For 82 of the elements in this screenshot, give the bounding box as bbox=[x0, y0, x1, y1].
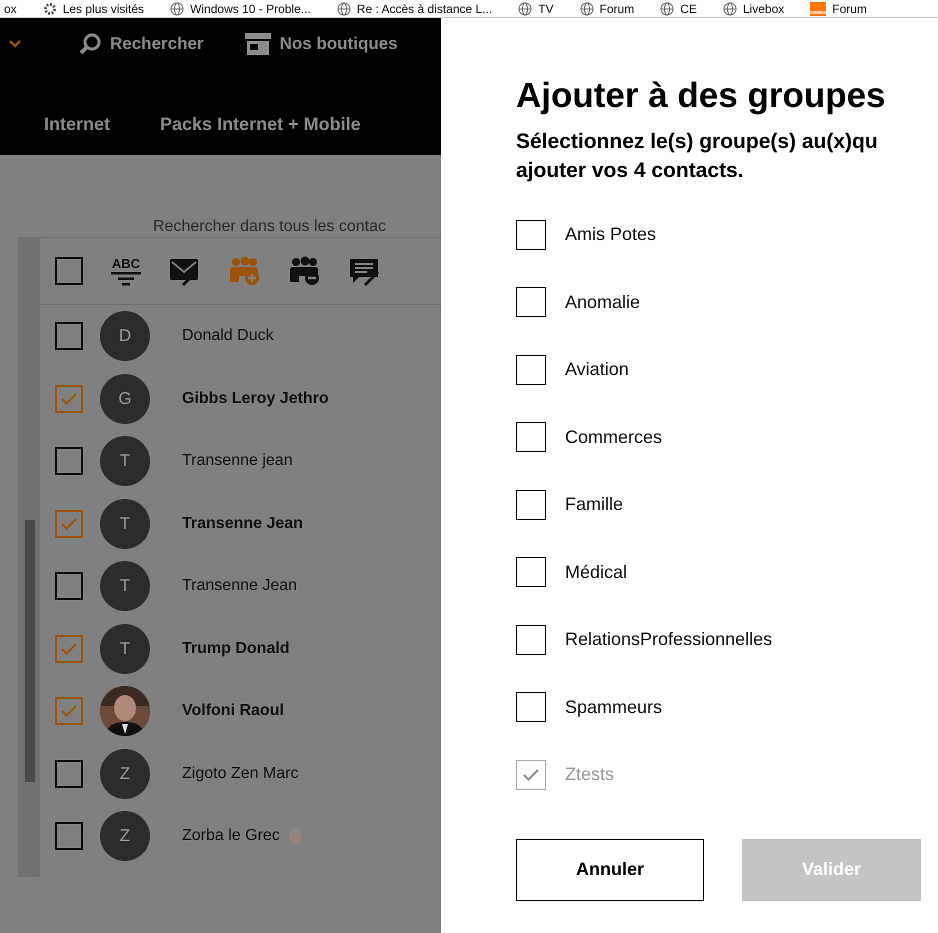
globe-icon bbox=[170, 2, 184, 16]
contact-name[interactable]: Zorba le Grec bbox=[182, 827, 280, 846]
contact-avatar: T bbox=[100, 436, 150, 486]
dialog-subtitle: ajouter vos 4 contacts. bbox=[516, 158, 745, 184]
bookmark-link[interactable]: Les plus visités bbox=[62, 2, 144, 16]
contact-name[interactable]: Transenne Jean bbox=[182, 514, 303, 533]
check-icon bbox=[61, 642, 77, 655]
bookmark-link[interactable]: Windows 10 - Proble... bbox=[190, 2, 311, 16]
group-checkbox[interactable] bbox=[516, 220, 546, 250]
bookmark-link[interactable]: Re : Accès à distance L... bbox=[356, 2, 492, 16]
contact-name[interactable]: Transenne Jean bbox=[182, 577, 298, 596]
group-label[interactable]: Famille bbox=[565, 494, 624, 516]
contact-checkbox[interactable] bbox=[55, 510, 83, 538]
menu-item[interactable]: Packs Internet + Mobile bbox=[160, 114, 361, 135]
dialog-subtitle: Sélectionnez le(s) groupe(s) au(x)qu bbox=[516, 129, 879, 155]
contact-name[interactable]: Trump Donald bbox=[182, 640, 290, 658]
contact-checkbox[interactable] bbox=[55, 822, 83, 850]
bookmark-link[interactable]: Livebox bbox=[742, 2, 784, 16]
sort-button[interactable]: ABC bbox=[111, 256, 141, 286]
check-icon bbox=[523, 768, 539, 781]
shops-link[interactable]: Nos boutiques bbox=[280, 34, 398, 54]
contact-avatar: D bbox=[100, 311, 150, 362]
bookmark-link[interactable]: TV bbox=[538, 2, 554, 16]
contact-checkbox[interactable] bbox=[55, 447, 83, 476]
bookmark-link[interactable]: Forum bbox=[832, 2, 867, 16]
message-edit-icon[interactable] bbox=[349, 256, 381, 286]
group-label[interactable]: Commerces bbox=[565, 426, 662, 448]
group-checkbox[interactable] bbox=[516, 287, 546, 318]
bookmark-link[interactable]: CE bbox=[680, 2, 697, 16]
gear-icon bbox=[42, 2, 57, 16]
menu-item[interactable]: Internet bbox=[44, 114, 110, 135]
group-label[interactable]: Amis Potes bbox=[565, 224, 656, 246]
contact-checkbox[interactable] bbox=[55, 322, 83, 350]
group-checkbox[interactable] bbox=[516, 422, 546, 452]
globe-icon bbox=[518, 2, 532, 16]
search-icon bbox=[78, 32, 102, 56]
check-icon bbox=[61, 705, 77, 718]
mail-edit-icon[interactable] bbox=[169, 256, 201, 286]
group-label[interactable]: Médical bbox=[565, 562, 628, 583]
contact-checkbox[interactable] bbox=[55, 634, 83, 663]
group-label[interactable]: Aviation bbox=[565, 359, 629, 380]
group-checkbox[interactable] bbox=[516, 490, 546, 520]
bookmark-link[interactable]: ox bbox=[4, 2, 17, 16]
group-checkbox[interactable] bbox=[516, 354, 546, 385]
contact-checkbox[interactable] bbox=[55, 384, 83, 413]
globe-icon bbox=[722, 2, 737, 16]
contact-avatar: G bbox=[100, 374, 150, 424]
contact-avatar: T bbox=[100, 498, 150, 549]
search-hint: Rechercher dans tous les contac bbox=[153, 218, 386, 235]
group-remove-icon[interactable] bbox=[289, 256, 321, 286]
scrollbar-track[interactable] bbox=[18, 237, 40, 877]
group-checkbox[interactable] bbox=[516, 692, 546, 722]
contact-avatar: Z bbox=[100, 811, 150, 862]
dialog-title: Ajouter à des groupes bbox=[516, 76, 887, 116]
check-icon bbox=[61, 392, 77, 405]
contact-checkbox[interactable] bbox=[55, 572, 83, 600]
group-checkbox[interactable] bbox=[516, 624, 546, 655]
contact-checkbox[interactable] bbox=[55, 697, 83, 726]
globe-icon bbox=[580, 2, 594, 16]
select-all-checkbox[interactable] bbox=[55, 257, 83, 285]
group-label[interactable]: Anomalie bbox=[565, 292, 640, 313]
shop-icon bbox=[244, 32, 272, 56]
check-icon bbox=[61, 518, 77, 530]
contact-name[interactable]: Gibbs Leroy Jethro bbox=[182, 390, 329, 408]
contact-name[interactable]: Donald Duck bbox=[182, 327, 274, 346]
bookmark-link[interactable]: Forum bbox=[600, 2, 634, 16]
cancel-button[interactable]: Annuler bbox=[516, 838, 704, 900]
contact-name[interactable]: Zigoto Zen Marc bbox=[182, 764, 298, 783]
contact-checkbox[interactable] bbox=[55, 760, 83, 788]
group-label[interactable]: RelationsProfessionnelles bbox=[565, 629, 772, 650]
search-link[interactable]: Rechercher bbox=[110, 34, 204, 54]
group-label[interactable]: Spammeurs bbox=[565, 696, 662, 718]
globe-icon bbox=[336, 2, 351, 16]
chevron-icon[interactable] bbox=[8, 39, 22, 49]
contact-name[interactable]: Transenne jean bbox=[182, 452, 293, 470]
contact-avatar: T bbox=[100, 624, 150, 674]
scrollbar-thumb[interactable] bbox=[25, 520, 35, 782]
globe-icon bbox=[660, 2, 674, 16]
contact-avatar: T bbox=[100, 561, 150, 612]
group-checkbox[interactable] bbox=[516, 557, 546, 588]
contact-avatar: Z bbox=[100, 748, 150, 799]
contact-name[interactable]: Volfoni Raoul bbox=[182, 702, 284, 720]
